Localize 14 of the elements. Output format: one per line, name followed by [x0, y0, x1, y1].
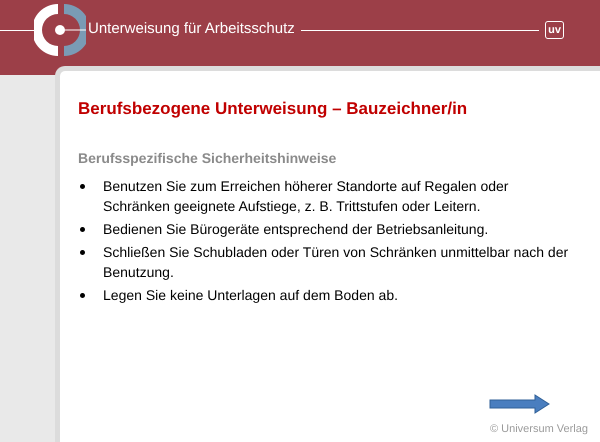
- bullet-text: Benutzen Sie zum Erreichen höherer Standorte auf Regalen oder Schränken geeignete Aufstiege, z. B. Trittstufen oder Leitern.: [103, 177, 510, 216]
- publisher-logo: uv: [545, 21, 564, 39]
- copyright-text: © Universum Verlag: [490, 422, 588, 437]
- bullet-icon: [80, 184, 85, 189]
- bullet-icon: [80, 227, 85, 232]
- next-arrow-icon[interactable]: [489, 394, 551, 414]
- bullet-text: Legen Sie keine Unterlagen auf dem Boden ab.: [103, 286, 398, 305]
- bullet-icon: [80, 293, 85, 298]
- bullet-text: Schließen Sie Schubladen oder Türen von Schränken unmittelbar nach der Benutzung.: [103, 243, 570, 282]
- bullet-icon: [80, 250, 85, 255]
- slide-subtitle: Berufsspezifische Sicherheitshinweise: [78, 149, 338, 168]
- slide-title: Berufsbezogene Unterweisung – Bauzeichner/in: [78, 98, 468, 120]
- header-title: Unterweisung für Arbeitsschutz: [88, 19, 295, 39]
- bullet-text: Bedienen Sie Bürogeräte entsprechend der Betriebsanleitung.: [103, 220, 488, 239]
